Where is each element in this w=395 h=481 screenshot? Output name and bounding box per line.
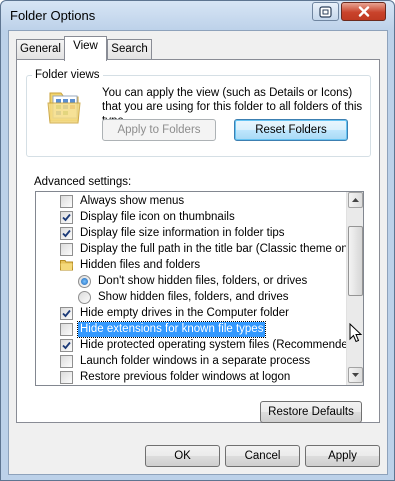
- arrow-up-icon: [352, 198, 359, 202]
- dialog-client-area: General View Search Folder views You can…: [8, 30, 388, 475]
- help-button[interactable]: [312, 2, 339, 21]
- ok-button[interactable]: OK: [145, 445, 220, 467]
- list-item-label: Show hidden files, folders, and drives: [98, 290, 289, 303]
- folder-views-legend: Folder views: [32, 69, 103, 81]
- window-title: Folder Options: [10, 8, 96, 23]
- vertical-scrollbar[interactable]: [346, 192, 363, 385]
- checkbox[interactable]: [60, 306, 73, 320]
- list-item[interactable]: Display file icon on thumbnails: [60, 209, 363, 225]
- checkbox[interactable]: [60, 210, 73, 224]
- apply-button[interactable]: Apply: [305, 445, 380, 467]
- close-button[interactable]: [341, 2, 386, 21]
- list-item-label: Hidden files and folders: [80, 258, 201, 271]
- radio-button[interactable]: [78, 290, 91, 304]
- checkmark-icon: [62, 309, 71, 317]
- tab-general[interactable]: General: [16, 39, 65, 59]
- list-item: Hidden files and folders: [60, 257, 363, 273]
- folder-icon: [60, 260, 73, 271]
- checkbox[interactable]: [60, 370, 73, 384]
- advanced-settings-label: Advanced settings:: [34, 176, 132, 188]
- restore-defaults-button[interactable]: Restore Defaults: [260, 401, 362, 423]
- list-item[interactable]: Hide extensions for known file types: [60, 320, 363, 338]
- list-item-label: Don't show hidden files, folders, or dri…: [98, 274, 308, 287]
- folder-view-icon: [47, 92, 81, 124]
- checkmark-icon: [62, 229, 71, 237]
- tab-search[interactable]: Search: [107, 39, 152, 59]
- list-item[interactable]: Restore previous folder windows at logon: [60, 369, 363, 385]
- list-item-label: Hide protected operating system files (R…: [80, 338, 359, 351]
- close-icon: [358, 6, 369, 17]
- list-item-label: Hide empty drives in the Computer folder: [80, 306, 290, 319]
- apply-to-folders-button[interactable]: Apply to Folders: [102, 119, 216, 141]
- arrow-down-icon: [352, 373, 359, 377]
- list-item[interactable]: Hide empty drives in the Computer folder: [60, 305, 363, 321]
- checkbox[interactable]: [60, 322, 73, 336]
- list-item[interactable]: Hide protected operating system files (R…: [60, 337, 363, 353]
- advanced-settings-list[interactable]: Always show menus Display file icon on t…: [35, 191, 364, 386]
- tab-view-label: View: [73, 40, 98, 52]
- list-item-label: Restore previous folder windows at logon: [80, 370, 291, 383]
- checkbox[interactable]: [60, 242, 73, 256]
- radio-button[interactable]: [78, 274, 91, 288]
- checkmark-icon: [62, 213, 71, 221]
- list-item[interactable]: Display the full path in the title bar (…: [60, 241, 363, 257]
- checkbox[interactable]: [60, 354, 73, 368]
- list-item[interactable]: Always show menus: [60, 193, 363, 209]
- list-item-label: Launch folder windows in a separate proc…: [80, 354, 311, 367]
- checkbox[interactable]: [60, 338, 73, 352]
- tab-view[interactable]: View: [64, 36, 107, 61]
- list-item[interactable]: Show hidden files, folders, and drives: [78, 289, 363, 305]
- list-item[interactable]: Display file size information in folder …: [60, 225, 363, 241]
- list-item-label: Display the full path in the title bar (…: [80, 242, 360, 255]
- scroll-thumb[interactable]: [348, 226, 363, 296]
- folder-options-window: Folder Options General View Search Folde…: [0, 0, 395, 481]
- cancel-button[interactable]: Cancel: [225, 445, 300, 467]
- scroll-up-button[interactable]: [348, 192, 363, 208]
- reset-folders-button[interactable]: Reset Folders: [234, 119, 348, 141]
- list-item-label: Display file size information in folder …: [80, 226, 285, 239]
- radio-dot: [81, 277, 88, 285]
- list-item-label: Always show menus: [80, 194, 185, 207]
- mouse-cursor-icon: [349, 323, 363, 343]
- list-item-label: Display file icon on thumbnails: [80, 210, 235, 223]
- list-item-label: Hide extensions for known file types: [76, 320, 267, 338]
- help-icon: [319, 5, 332, 18]
- tab-search-label: Search: [111, 43, 148, 55]
- scroll-down-button[interactable]: [348, 367, 363, 383]
- checkbox[interactable]: [60, 194, 73, 208]
- tab-general-label: General: [20, 43, 61, 55]
- checkmark-icon: [62, 341, 71, 349]
- list-item[interactable]: Don't show hidden files, folders, or dri…: [78, 273, 363, 289]
- title-bar[interactable]: Folder Options: [1, 1, 394, 31]
- list-item[interactable]: Launch folder windows in a separate proc…: [60, 353, 363, 369]
- checkbox[interactable]: [60, 226, 73, 240]
